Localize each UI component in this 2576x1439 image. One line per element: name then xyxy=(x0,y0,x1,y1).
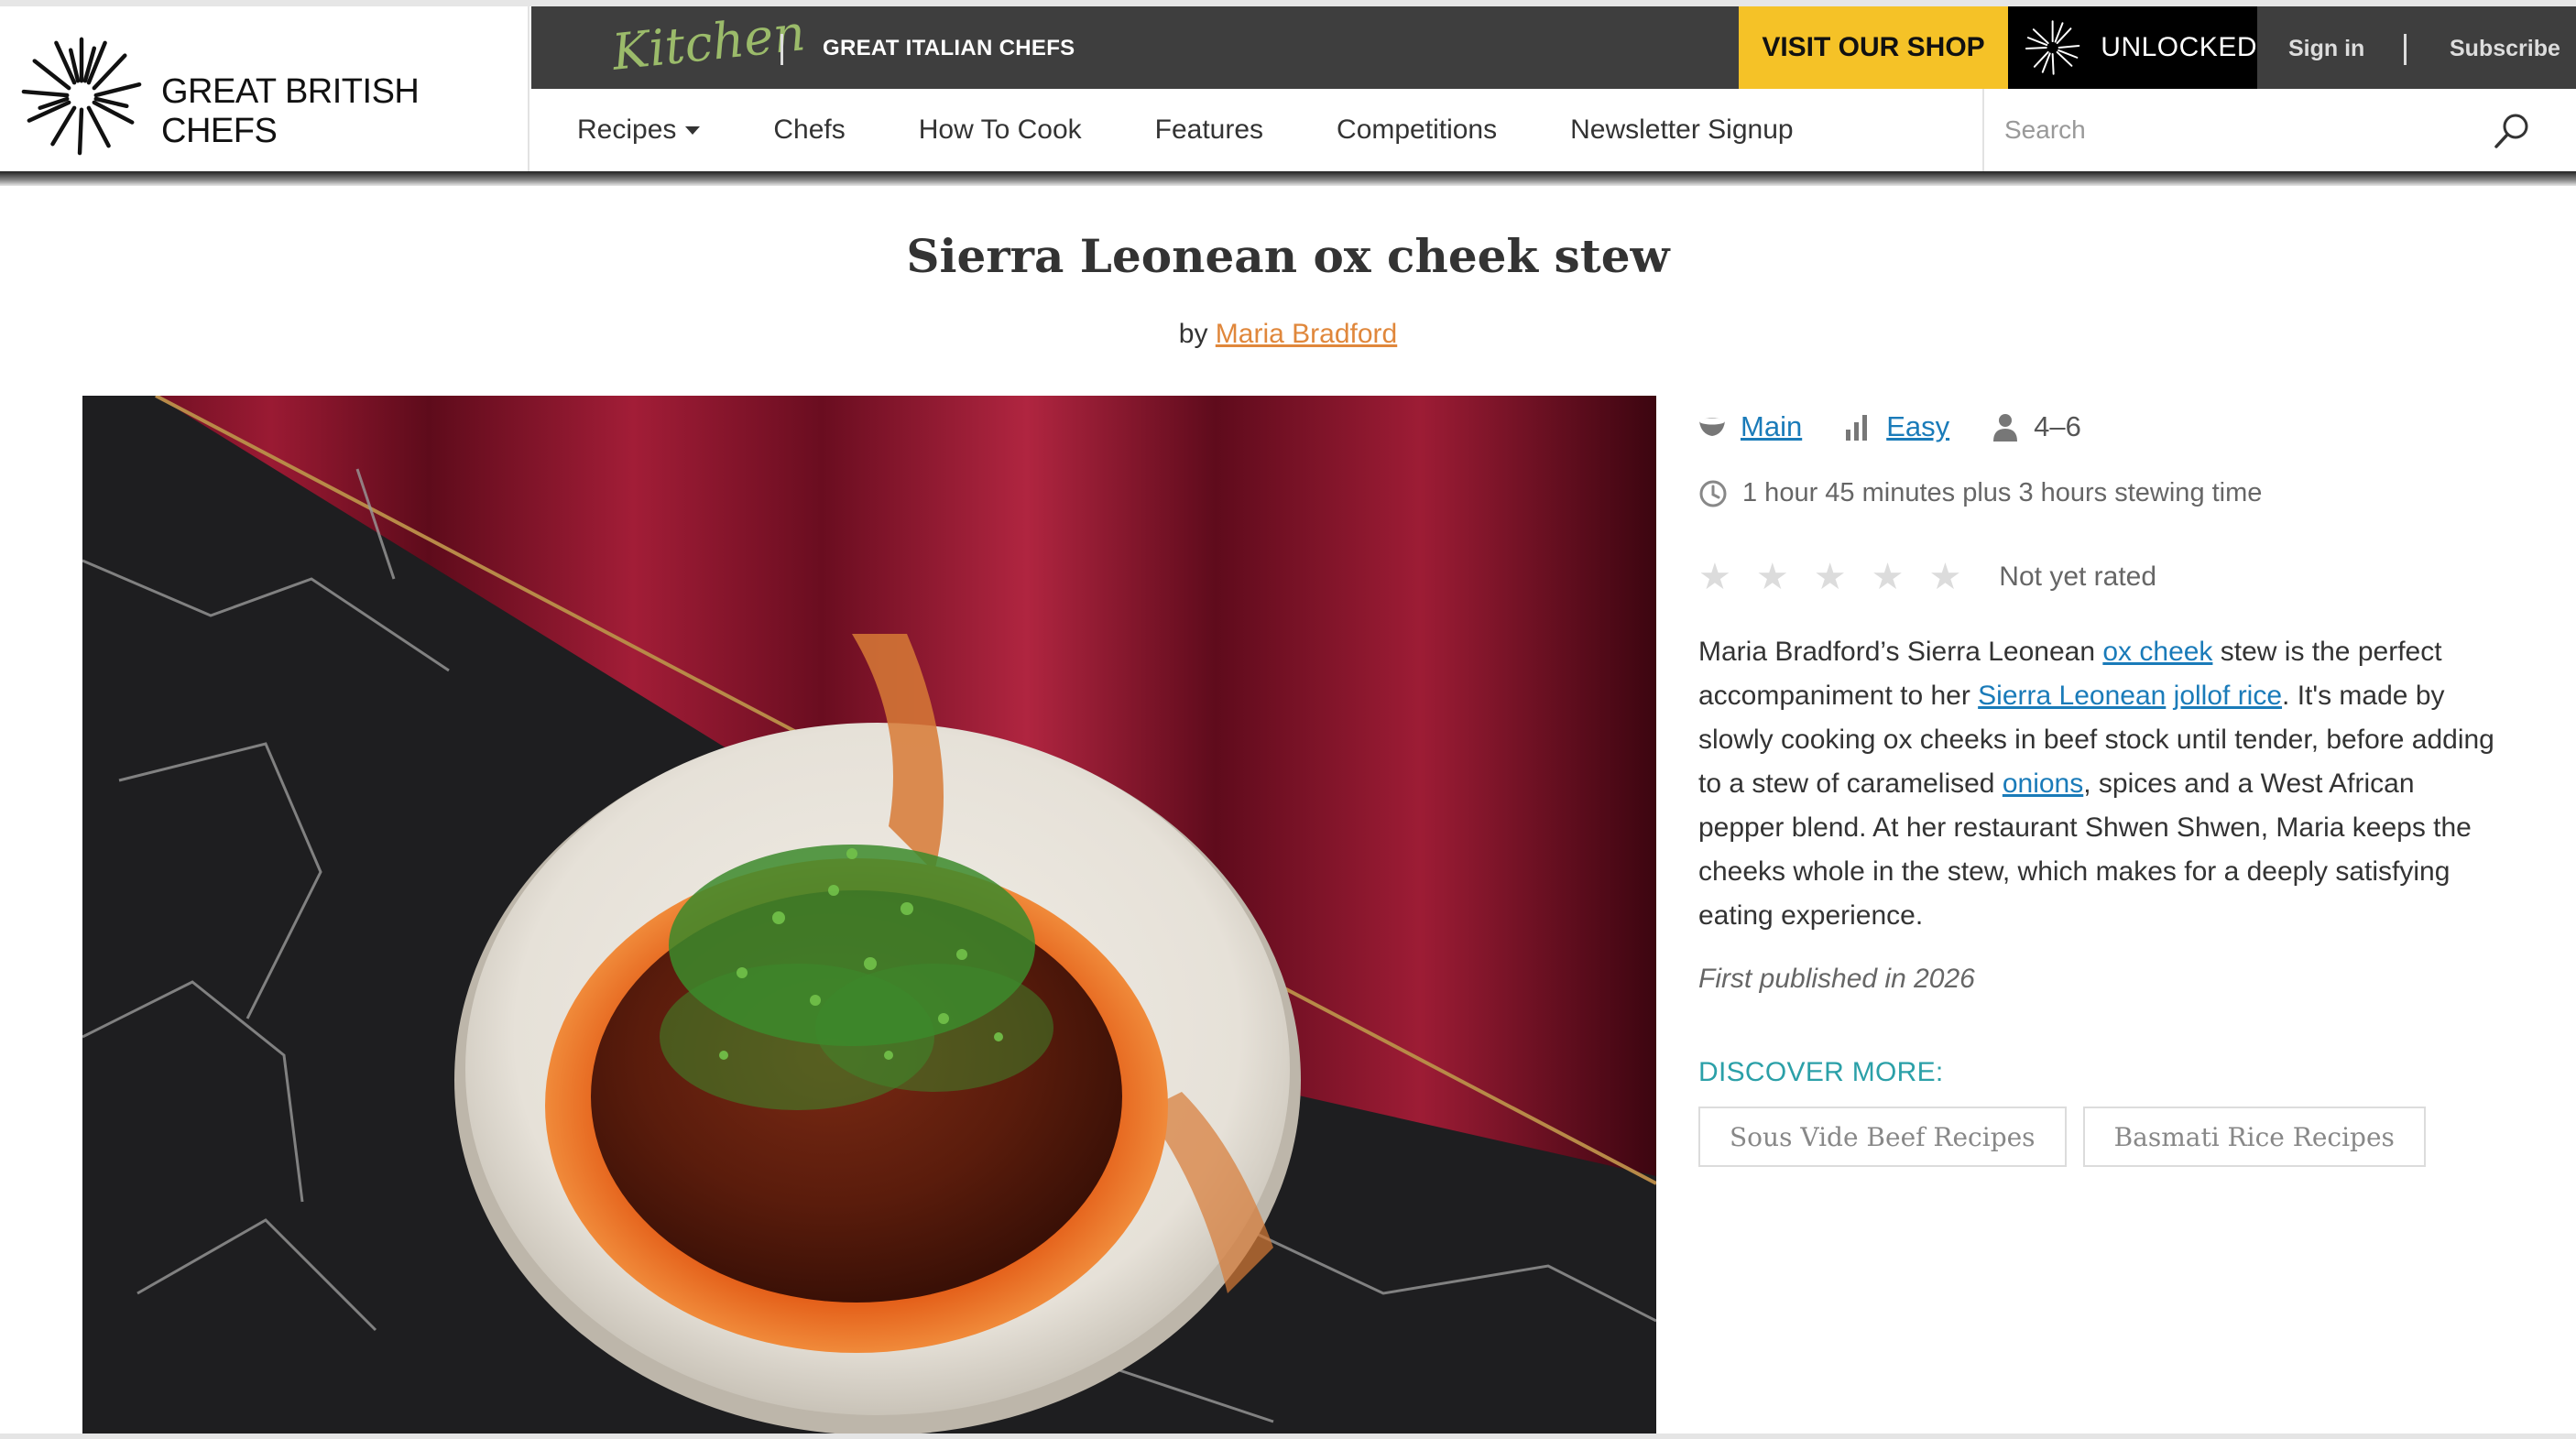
serves-meta: 4–6 xyxy=(1992,410,2081,443)
star-icon[interactable]: ★ xyxy=(1756,559,1789,595)
star-icon[interactable]: ★ xyxy=(1872,559,1905,595)
nav-how-to-cook[interactable]: How To Cook xyxy=(919,114,1082,146)
time-meta: 1 hour 45 minutes plus 3 hours stewing t… xyxy=(1698,478,2262,508)
nav-newsletter-signup[interactable]: Newsletter Signup xyxy=(1570,114,1793,146)
nav-recipes[interactable]: Recipes xyxy=(577,114,701,146)
divider xyxy=(2404,34,2407,65)
visit-shop-button[interactable]: VISIT OUR SHOP xyxy=(1739,6,2008,89)
nav-chefs[interactable]: Chefs xyxy=(773,114,845,146)
kitchen-link[interactable]: Kitchen xyxy=(609,4,808,82)
star-icon[interactable]: ★ xyxy=(1928,559,1961,595)
subscribe-link[interactable]: Subscribe xyxy=(2450,36,2560,62)
caret-down-icon xyxy=(685,125,701,135)
search-input[interactable] xyxy=(2004,107,2481,153)
unlocked-label: UNLOCKED xyxy=(2101,32,2257,62)
sunburst-logo-icon xyxy=(21,37,142,156)
sierra-leonean-link[interactable]: Sierra Leonean xyxy=(1978,681,2166,711)
discover-more-heading: DISCOVER MORE: xyxy=(1698,1057,1944,1087)
divider xyxy=(780,34,783,65)
brand[interactable]: GREAT BRITISH CHEFS xyxy=(0,6,529,171)
star-icon[interactable]: ★ xyxy=(1698,559,1731,595)
sunburst-icon xyxy=(2025,20,2080,75)
course-meta: Main xyxy=(1698,410,1802,443)
desc-text: Maria Bradford’s Sierra Leonean xyxy=(1698,637,2103,667)
nav-features[interactable]: Features xyxy=(1155,114,1263,146)
bowl-icon xyxy=(1699,418,1725,436)
byline: by Maria Bradford xyxy=(0,319,2576,350)
rating: ★ ★ ★ ★ ★ Not yet rated xyxy=(1698,559,2156,595)
jollof-rice-link[interactable]: jollof rice xyxy=(2174,681,2282,711)
difficulty-bars-icon xyxy=(1846,415,1868,441)
recipe-hero-image xyxy=(82,396,1656,1439)
ox-cheek-stew-photo xyxy=(82,396,1656,1439)
nav-competitions[interactable]: Competitions xyxy=(1337,114,1497,146)
main-nav: Recipes Chefs How To Cook Features Compe… xyxy=(531,89,1984,171)
serves-value: 4–6 xyxy=(2034,410,2081,442)
recipe-meta: Main Easy 4–6 xyxy=(1698,410,2123,443)
author-link[interactable]: Maria Bradford xyxy=(1216,319,1397,349)
ox-cheek-link[interactable]: ox cheek xyxy=(2102,637,2212,667)
star-icon[interactable]: ★ xyxy=(1814,559,1847,595)
top-bar: Kitchen GREAT ITALIAN CHEFS VISIT OUR SH… xyxy=(531,4,2576,89)
sign-in-link[interactable]: Sign in xyxy=(2288,36,2364,62)
time-value: 1 hour 45 minutes plus 3 hours stewing t… xyxy=(1742,478,2263,507)
onions-link[interactable]: onions xyxy=(2003,769,2083,799)
search-icon[interactable] xyxy=(2492,111,2532,151)
tag-basmati-rice[interactable]: Basmati Rice Recipes xyxy=(2082,1107,2426,1167)
difficulty-meta: Easy xyxy=(1844,410,1949,443)
search-box xyxy=(1982,89,2576,171)
site-header: GREAT BRITISH CHEFS Kitchen GREAT ITALIA… xyxy=(0,4,2576,171)
person-icon xyxy=(1993,414,2018,442)
top-strip xyxy=(0,0,2576,6)
nav-shadow xyxy=(0,171,2576,186)
byline-prefix: by xyxy=(1178,319,1208,349)
recipe-title: Sierra Leonean ox cheek stew xyxy=(906,229,1670,283)
recipe-description: Maria Bradford’s Sierra Leonean ox cheek… xyxy=(1698,630,2505,938)
brand-name: GREAT BRITISH CHEFS xyxy=(161,72,420,150)
rating-label: Not yet rated xyxy=(1999,561,2157,592)
course-link[interactable]: Main xyxy=(1741,410,1802,443)
unlocked-button[interactable]: UNLOCKED xyxy=(2008,6,2257,89)
nav-recipes-label: Recipes xyxy=(577,114,677,145)
difficulty-link[interactable]: Easy xyxy=(1886,410,1949,443)
tag-sous-vide-beef[interactable]: Sous Vide Beef Recipes xyxy=(1698,1107,2067,1167)
desc-text xyxy=(2166,681,2173,711)
bottom-edge xyxy=(0,1434,2576,1439)
discover-tags: Sous Vide Beef Recipes Basmati Rice Reci… xyxy=(1698,1107,2426,1167)
great-italian-chefs-link[interactable]: GREAT ITALIAN CHEFS xyxy=(823,36,1075,61)
clock-icon xyxy=(1699,480,1727,507)
published-date: First published in 2026 xyxy=(1698,964,1975,994)
